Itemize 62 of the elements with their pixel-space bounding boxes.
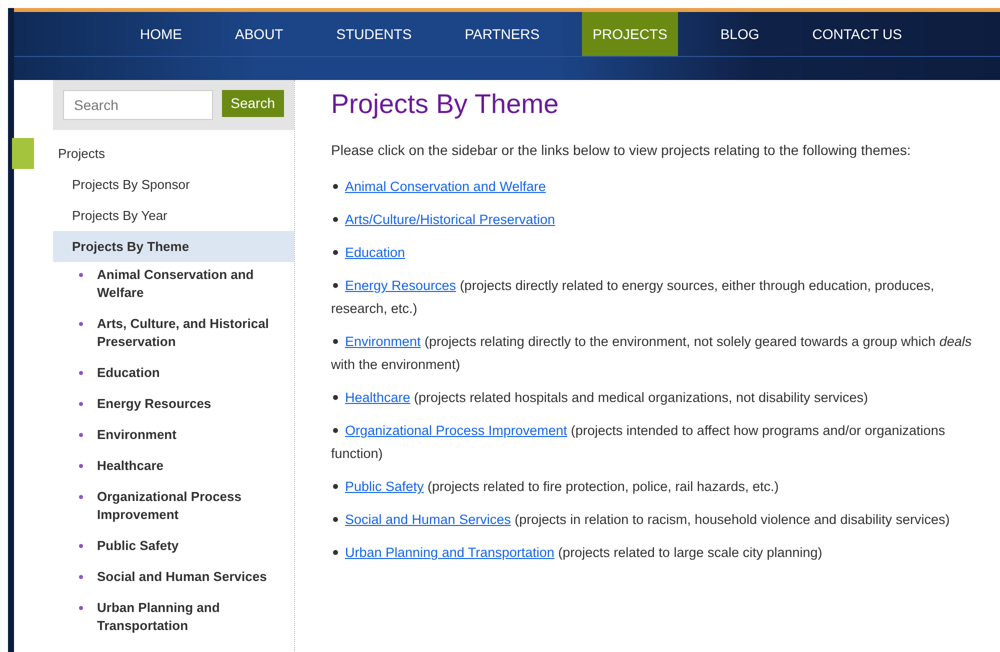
theme-entry: Social and Human Services (projects in relation to racism, household violence and disability services) [331,508,980,532]
bullet-icon [333,217,338,222]
sidebar-item[interactable]: Projects [53,138,294,169]
nav-link[interactable]: STUDENTS [325,12,423,56]
theme-entry: Healthcare (projects related hospitals and medical organizations, not disability services) [331,386,980,410]
intro-text: Please click on the sidebar or the links below to view projects relating to the following themes: [331,141,912,160]
bullet-icon [79,322,83,326]
sidebar-subitem[interactable]: Public Safety [97,537,179,555]
sidebar-subitem[interactable]: Energy Resources [97,395,212,413]
theme-link[interactable]: Energy Resources [345,278,456,294]
bullet-icon [333,283,338,288]
bullet-icon [333,484,338,490]
bullet-icon [79,606,83,610]
theme-link[interactable]: Social and Human Services [345,512,511,528]
theme-link[interactable]: Environment [345,334,421,350]
nav-link[interactable]: HOME [129,12,193,56]
bullet-icon [79,575,83,579]
sidebar-item[interactable]: Projects By Sponsor [53,169,294,200]
nav-link[interactable]: PROJECTS [582,12,678,56]
sidebar-subitem[interactable]: Animal Conservation and Welfare [97,266,294,302]
theme-entry: Organizational Process Improvement (projects intended to affect how programs and/or organizations function) [331,422,946,464]
sidebar-subitem[interactable]: Environment [97,426,176,444]
nav-link[interactable]: CONTACT US [801,12,913,56]
nav-link[interactable]: PARTNERS [454,12,551,56]
search-field[interactable]: Search [63,90,213,120]
nav-link[interactable]: BLOG [709,12,770,56]
bullet-icon [333,428,338,434]
sidebar-subitem[interactable]: Social and Human Services [97,568,267,586]
bullet-icon [333,339,338,344]
theme-link[interactable]: Animal Conservation and Welfare [345,179,546,194]
bullet-icon [333,550,338,556]
theme-link[interactable]: Healthcare [345,390,410,406]
search-button[interactable]: Search [222,90,284,117]
theme-entry: Public Safety (projects related to fire protection, police, rail hazards, etc.) [331,475,980,498]
theme-link[interactable]: Urban Planning and Transportation [345,545,554,560]
bullet-icon [79,273,83,277]
bullet-icon [79,464,83,468]
bullet-icon [79,402,83,406]
sidebar-subitem[interactable]: Organizational Process Improvement [97,488,294,524]
sidebar-subitem[interactable]: Urban Planning and Transportation [97,599,294,635]
sidebar-item[interactable]: Projects By Theme [53,231,294,262]
theme-link[interactable]: Education [345,245,406,260]
sidebar-subitem[interactable]: Education [97,364,160,382]
bullet-icon [333,184,338,190]
theme-entry: Urban Planning and Transportation (projects related to large scale city planning) [331,541,980,564]
theme-link[interactable]: Arts/Culture/Historical Preservation [345,212,556,228]
bullet-icon [79,544,83,548]
bullet-icon [79,433,83,437]
bullet-icon [333,395,338,400]
bullet-icon [333,517,338,522]
bullet-icon [79,371,83,375]
theme-entry: Environment (projects relating directly to the environment, not solely geared towards a group which deals with the environment) [331,333,973,374]
theme-link[interactable]: Organizational Process Improvement [345,423,568,438]
bullet-icon [79,495,83,499]
sidebar-item[interactable]: Projects By Year [53,200,294,231]
bullet-icon [333,250,338,256]
sidebar-subitem[interactable]: Arts, Culture, and Historical Preservation [97,315,294,351]
sidebar-subitem[interactable]: Healthcare [97,457,164,475]
page-title: Projects By Theme [331,88,560,120]
nav-link[interactable]: ABOUT [224,12,294,56]
theme-entry: Energy Resources (projects directly related to energy sources, either through education, produces, research, etc.) [331,277,936,318]
theme-link[interactable]: Public Safety [345,479,424,494]
